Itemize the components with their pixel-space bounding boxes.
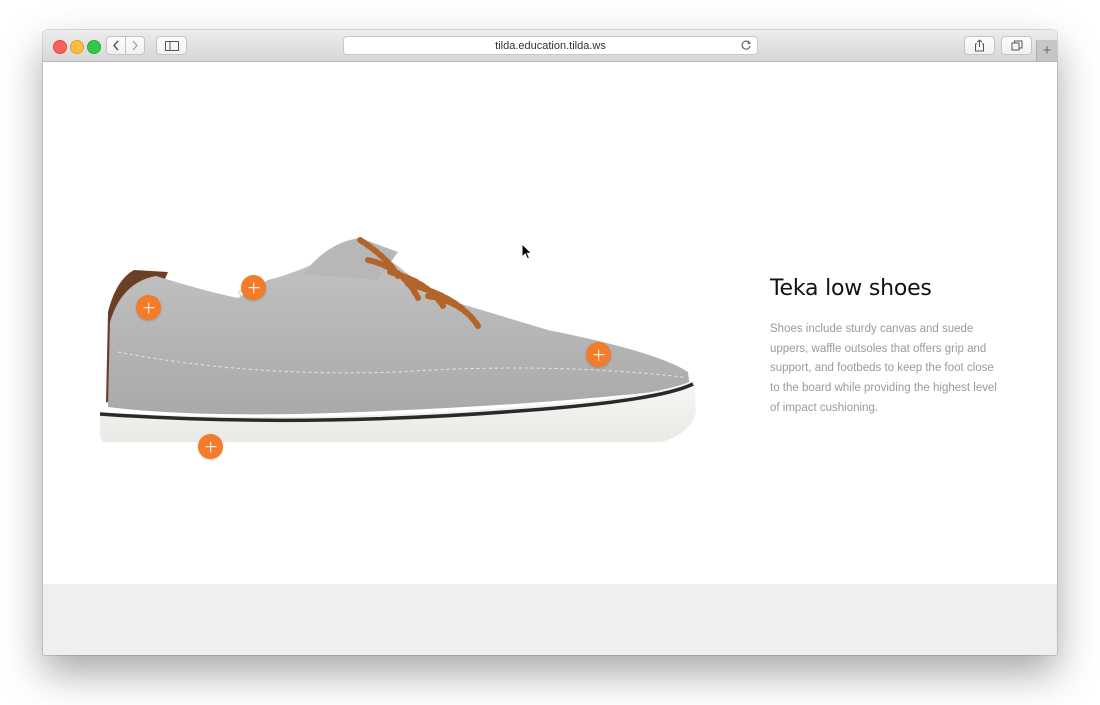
browser-window: tilda.education.tilda.ws + Teka low shoe… (43, 30, 1057, 655)
tabs-icon (1011, 40, 1022, 51)
maximize-window-button[interactable] (87, 40, 101, 54)
sidebar-icon (164, 40, 179, 51)
back-button[interactable] (106, 36, 126, 55)
browser-toolbar: tilda.education.tilda.ws + (43, 30, 1057, 62)
product-title: Teka low shoes (770, 276, 932, 301)
product-description: Shoes include sturdy canvas and suede up… (770, 323, 997, 414)
url-text: tilda.education.tilda.ws (495, 39, 606, 52)
hotspot-heel-tab[interactable] (136, 295, 161, 320)
share-icon (975, 39, 984, 52)
chevron-right-icon (132, 40, 138, 51)
page-content: Teka low shoes Shoes include sturdy canv… (43, 62, 1057, 584)
mouse-cursor-icon (521, 243, 533, 260)
minimize-window-button[interactable] (70, 40, 84, 54)
address-bar[interactable]: tilda.education.tilda.ws (343, 36, 758, 55)
shoe-image (99, 237, 696, 442)
new-tab-button[interactable]: + (1036, 40, 1057, 61)
forward-button[interactable] (125, 36, 145, 55)
hotspot-collar[interactable] (241, 275, 266, 300)
reload-icon[interactable] (740, 39, 752, 51)
sidebar-button[interactable] (156, 36, 187, 55)
share-button[interactable] (964, 36, 995, 55)
footer-band (43, 584, 1057, 655)
close-window-button[interactable] (53, 40, 67, 54)
hotspot-sole[interactable] (198, 434, 223, 459)
hotspot-toe-upper[interactable] (586, 342, 611, 367)
tabs-overview-button[interactable] (1001, 36, 1032, 55)
chevron-left-icon (113, 40, 119, 51)
